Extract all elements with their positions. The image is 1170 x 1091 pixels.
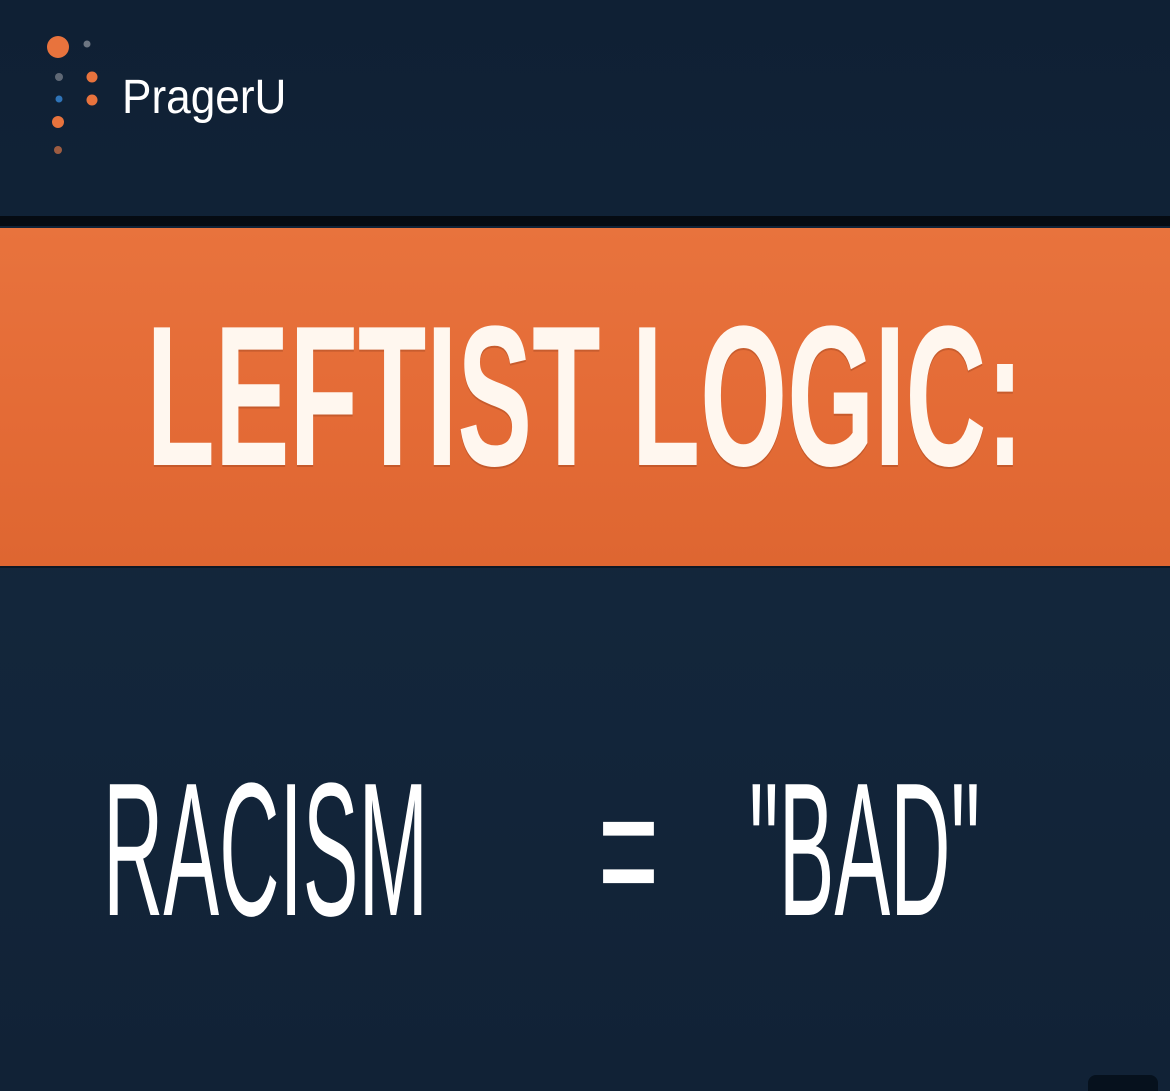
equation-left-term: RACISM [103,744,429,956]
corner-notch [1088,1075,1158,1091]
equation-operator: = [598,744,660,956]
headline-banner: LEFTIST LOGIC: [0,228,1170,566]
pragerU-logo: PragerU [40,26,400,176]
equation-line: RACISM = "BAD" [103,755,1103,945]
top-divider [0,216,1170,226]
headline-text: LEFTIST LOGIC: [146,285,1024,508]
dot-cluster-icon [47,36,98,154]
equation-right-term: "BAD" [749,744,981,956]
logo-text: PragerU [122,71,287,124]
meme-canvas: PragerU LEFTIST LOGIC: RACISM = "BAD" [0,0,1170,1091]
